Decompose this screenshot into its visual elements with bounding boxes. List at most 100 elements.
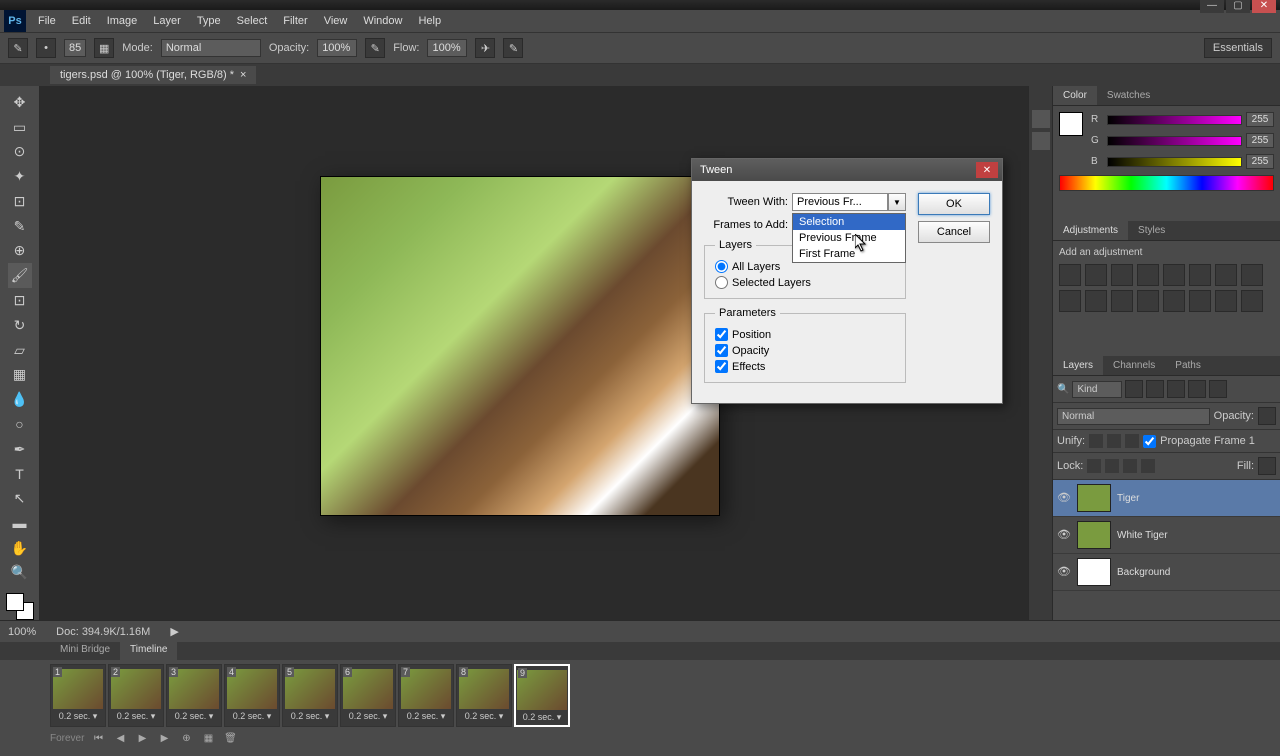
frame-delay[interactable]: 0.2 sec. ▾ [57, 709, 100, 724]
adjustment-icon[interactable] [1059, 290, 1081, 312]
dropdown-option[interactable]: First Frame [793, 246, 905, 262]
dialog-titlebar[interactable]: Tween ✕ [692, 159, 1002, 181]
new-frame-button[interactable]: ▦ [200, 731, 216, 745]
flow-field[interactable]: 100% [427, 39, 467, 57]
status-arrow-icon[interactable]: ▶ [170, 625, 178, 638]
move-tool-icon[interactable]: ✥ [8, 90, 32, 115]
menu-view[interactable]: View [316, 12, 356, 30]
opacity-field[interactable]: 100% [317, 39, 357, 57]
adjustment-icon[interactable] [1241, 264, 1263, 286]
tween-button[interactable]: ⊕ [178, 731, 194, 745]
animation-frame[interactable]: 2 0.2 sec. ▾ [108, 664, 164, 727]
frame-delay[interactable]: 0.2 sec. ▾ [405, 709, 448, 724]
path-select-icon[interactable]: ↖ [8, 486, 32, 511]
brush-tool-icon[interactable]: 🖌 [8, 263, 32, 288]
brush-preset-icon[interactable]: • [36, 38, 56, 58]
menu-layer[interactable]: Layer [145, 12, 189, 30]
dodge-tool-icon[interactable]: ○ [8, 412, 32, 437]
g-value[interactable]: 255 [1246, 133, 1274, 148]
visibility-eye-icon[interactable]: 👁 [1057, 491, 1071, 505]
styles-tab[interactable]: Styles [1128, 221, 1175, 240]
lock-pixels-icon[interactable] [1105, 459, 1119, 473]
b-value[interactable]: 255 [1246, 154, 1274, 169]
close-document-icon[interactable]: × [240, 69, 246, 81]
unify-position-icon[interactable] [1089, 434, 1103, 448]
adjustment-icon[interactable] [1241, 290, 1263, 312]
adjustments-tab[interactable]: Adjustments [1053, 221, 1128, 240]
frame-delay[interactable]: 0.2 sec. ▾ [231, 709, 274, 724]
shape-tool-icon[interactable]: ▬ [8, 511, 32, 536]
unify-visibility-icon[interactable] [1107, 434, 1121, 448]
wand-tool-icon[interactable]: ✦ [8, 164, 32, 189]
menu-image[interactable]: Image [99, 12, 146, 30]
blur-tool-icon[interactable]: 💧 [8, 387, 32, 412]
color-spectrum[interactable] [1059, 175, 1274, 191]
filter-shape-icon[interactable] [1188, 380, 1206, 398]
first-frame-button[interactable]: ⏮ [90, 731, 106, 745]
prev-frame-button[interactable]: ◀ [112, 731, 128, 745]
workspace-switcher[interactable]: Essentials [1204, 38, 1272, 58]
tween-with-select[interactable]: Previous Fr... [792, 193, 888, 211]
ok-button[interactable]: OK [918, 193, 990, 215]
document-canvas[interactable] [320, 176, 720, 516]
adjustment-icon[interactable] [1189, 290, 1211, 312]
layers-tab[interactable]: Layers [1053, 356, 1103, 375]
adjustment-icon[interactable] [1137, 290, 1159, 312]
cancel-button[interactable]: Cancel [918, 221, 990, 243]
zoom-level[interactable]: 100% [8, 626, 36, 638]
position-checkbox[interactable] [715, 328, 728, 341]
frame-delay[interactable]: 0.2 sec. ▾ [463, 709, 506, 724]
layer-name-label[interactable]: Tiger [1117, 493, 1139, 504]
swatches-tab[interactable]: Swatches [1097, 86, 1160, 105]
pen-tool-icon[interactable]: ✒ [8, 437, 32, 462]
layer-opacity-field[interactable] [1258, 407, 1276, 425]
b-slider[interactable] [1107, 157, 1242, 167]
r-value[interactable]: 255 [1246, 112, 1274, 127]
frame-delay[interactable]: 0.2 sec. ▾ [173, 709, 216, 724]
frame-delay[interactable]: 0.2 sec. ▾ [289, 709, 332, 724]
paths-tab[interactable]: Paths [1165, 356, 1211, 375]
layer-name-label[interactable]: White Tiger [1117, 530, 1168, 541]
frame-delay[interactable]: 0.2 sec. ▾ [347, 709, 390, 724]
channels-tab[interactable]: Channels [1103, 356, 1165, 375]
effects-checkbox[interactable] [715, 360, 728, 373]
type-tool-icon[interactable]: T [8, 461, 32, 486]
menu-select[interactable]: Select [229, 12, 276, 30]
document-tab[interactable]: tigers.psd @ 100% (Tiger, RGB/8) * × [50, 66, 256, 84]
adjustment-icon[interactable] [1215, 290, 1237, 312]
crop-tool-icon[interactable]: ⊡ [8, 189, 32, 214]
menu-window[interactable]: Window [355, 12, 410, 30]
tablet-pressure-icon[interactable]: ✎ [503, 38, 523, 58]
menu-file[interactable]: File [30, 12, 64, 30]
lasso-tool-icon[interactable]: ⊙ [8, 140, 32, 165]
blend-mode-select[interactable]: Normal [161, 39, 261, 57]
animation-frame[interactable]: 1 0.2 sec. ▾ [50, 664, 106, 727]
adjustment-icon[interactable] [1059, 264, 1081, 286]
gradient-tool-icon[interactable]: ▦ [8, 362, 32, 387]
layer-row[interactable]: 👁 Background [1053, 554, 1280, 591]
filter-adjust-icon[interactable] [1146, 380, 1164, 398]
dock-icon[interactable] [1032, 132, 1050, 150]
adjustment-icon[interactable] [1215, 264, 1237, 286]
dropdown-arrow-icon[interactable]: ▼ [888, 193, 906, 211]
animation-frame[interactable]: 4 0.2 sec. ▾ [224, 664, 280, 727]
brush-tool-icon[interactable]: ✎ [8, 38, 28, 58]
adjustment-icon[interactable] [1137, 264, 1159, 286]
eyedropper-tool-icon[interactable]: ✎ [8, 214, 32, 239]
brush-size-field[interactable]: 85 [64, 39, 86, 57]
layer-thumbnail[interactable] [1077, 558, 1111, 586]
unify-style-icon[interactable] [1125, 434, 1139, 448]
dropdown-option[interactable]: Selection [793, 214, 905, 230]
layer-blend-select[interactable]: Normal [1057, 408, 1210, 425]
brush-panel-icon[interactable]: ▦ [94, 38, 114, 58]
animation-frame[interactable]: 6 0.2 sec. ▾ [340, 664, 396, 727]
color-tab[interactable]: Color [1053, 86, 1097, 105]
close-window-button[interactable]: ✕ [1252, 0, 1276, 13]
adjustment-icon[interactable] [1163, 264, 1185, 286]
animation-frame[interactable]: 5 0.2 sec. ▾ [282, 664, 338, 727]
fill-field[interactable] [1258, 457, 1276, 475]
adjustment-icon[interactable] [1111, 290, 1133, 312]
loop-select[interactable]: Forever [50, 733, 84, 744]
eraser-tool-icon[interactable]: ▱ [8, 338, 32, 363]
hand-tool-icon[interactable]: ✋ [8, 536, 32, 561]
